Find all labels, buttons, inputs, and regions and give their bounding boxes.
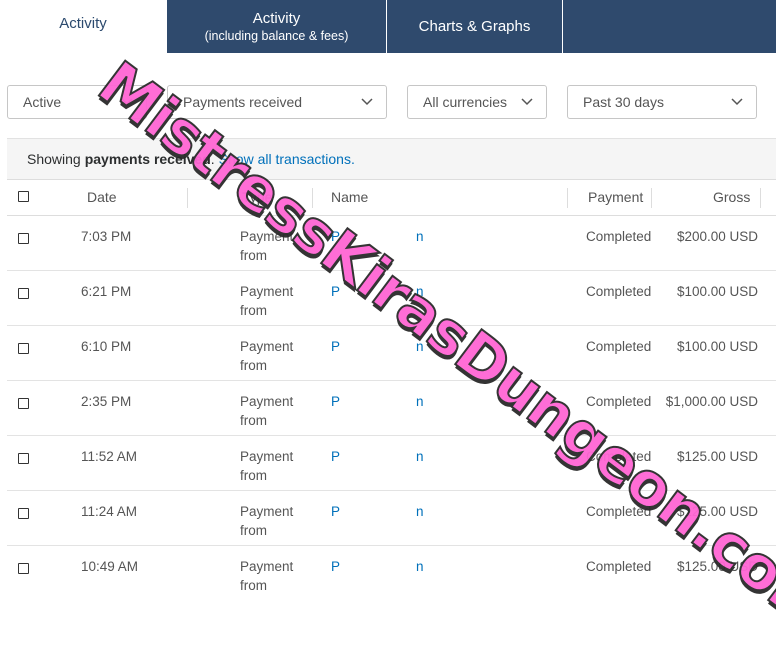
row-checkbox[interactable] — [18, 563, 29, 574]
type-filter-value: Payments received — [183, 94, 303, 110]
column-divider — [312, 188, 313, 208]
row-name-link[interactable]: P — [331, 449, 340, 464]
row-name-link[interactable]: P — [331, 394, 340, 409]
row-type: Payment from — [240, 284, 294, 318]
chevron-down-icon — [521, 98, 533, 106]
header-payment[interactable]: Payment — [588, 189, 643, 205]
header-type[interactable]: Type — [242, 189, 272, 205]
header-gross[interactable]: Gross — [713, 189, 750, 205]
row-name-link[interactable]: n — [416, 504, 424, 519]
row-checkbox[interactable] — [18, 398, 29, 409]
row-gross: $1,000.00 USD — [665, 394, 758, 409]
row-type: Payment from — [240, 394, 294, 428]
column-divider — [651, 188, 652, 208]
chevron-down-icon — [121, 98, 133, 106]
row-date: 6:21 PM — [81, 284, 132, 299]
tab-bar: Activity Activity (including balance & f… — [0, 0, 776, 53]
type-filter-dropdown[interactable]: Payments received — [167, 85, 387, 119]
column-divider — [567, 188, 568, 208]
tab-empty — [563, 0, 776, 53]
status-filter-value: Active — [23, 94, 62, 110]
row-name-link[interactable]: P — [331, 229, 340, 244]
row-checkbox[interactable] — [18, 453, 29, 464]
row-name-link[interactable]: n — [416, 339, 424, 354]
row-gross: $125.00 USD — [676, 504, 758, 519]
table-row[interactable]: 10:49 AM Payment from P n Completed $125.… — [7, 546, 776, 601]
currency-filter-dropdown[interactable]: All currencies — [407, 85, 547, 119]
row-gross: $100.00 USD — [676, 339, 758, 354]
row-type: Payment from — [240, 229, 294, 263]
row-type: Payment from — [240, 449, 294, 483]
currency-filter-value: All currencies — [423, 94, 508, 110]
row-status: Completed — [586, 339, 652, 354]
row-gross: $125.00 USD — [676, 449, 758, 464]
table-row[interactable]: 6:10 PM Payment from P n Completed $100.0… — [7, 326, 776, 381]
row-type: Payment from — [240, 559, 294, 593]
row-checkbox[interactable] — [18, 343, 29, 354]
header-date[interactable]: Date — [87, 189, 117, 205]
tab-charts-graphs[interactable]: Charts & Graphs — [387, 0, 562, 53]
row-type: Payment from — [240, 504, 294, 538]
row-date: 10:49 AM — [81, 559, 139, 574]
row-status: Completed — [586, 284, 652, 299]
row-name-link[interactable]: n — [416, 394, 424, 409]
showing-prefix: Showing — [27, 151, 81, 167]
table-row[interactable]: 7:03 PM Payment from P n Completed $200.0… — [7, 216, 776, 271]
row-status: Completed — [586, 229, 652, 244]
tab-activity-balance-label: Activity — [252, 10, 301, 27]
row-name-link[interactable]: P — [331, 339, 340, 354]
row-status: Completed — [586, 559, 652, 574]
row-date: 7:03 PM — [81, 229, 132, 244]
row-name-link[interactable]: n — [416, 229, 424, 244]
table-row[interactable]: 2:35 PM Payment from P n Completed $1,000… — [7, 381, 776, 436]
row-date: 2:35 PM — [81, 394, 132, 409]
row-name-link[interactable]: n — [416, 284, 424, 299]
show-all-transactions-link[interactable]: Show all transactions. — [219, 151, 355, 167]
row-date: 11:24 AM — [81, 504, 138, 519]
tab-activity[interactable]: Activity — [0, 0, 166, 53]
row-name-link[interactable]: P — [331, 559, 340, 574]
table-row[interactable]: 11:52 AM Payment from P n Completed $125.… — [7, 436, 776, 491]
tab-charts-label: Charts & Graphs — [418, 18, 531, 35]
showing-bar: Showing payments received. Show all tran… — [7, 138, 776, 179]
row-name-link[interactable]: n — [416, 559, 424, 574]
chevron-down-icon — [731, 98, 743, 106]
row-date: 11:52 AM — [81, 449, 138, 464]
tab-activity-balance-sublabel: (including balance & fees) — [204, 29, 349, 43]
row-gross: $125.00 USD — [676, 559, 758, 574]
row-name-link[interactable]: P — [331, 504, 340, 519]
row-status: Completed — [586, 449, 652, 464]
header-name[interactable]: Name — [331, 189, 368, 205]
column-divider — [187, 188, 188, 208]
row-name-link[interactable]: P — [331, 284, 340, 299]
table-row[interactable]: 11:24 AM Payment from P n Completed $125.… — [7, 491, 776, 546]
showing-filter-name: payments received — [84, 151, 211, 167]
table-header: Date Type Name Payment Gross — [7, 179, 776, 216]
row-gross: $200.00 USD — [676, 229, 758, 244]
select-all-checkbox[interactable] — [18, 191, 29, 202]
row-date: 6:10 PM — [81, 339, 132, 354]
status-filter-dropdown[interactable]: Active — [7, 85, 147, 119]
table-row[interactable]: 6:21 PM Payment from P n Completed $100.0… — [7, 271, 776, 326]
row-type: Payment from — [240, 339, 294, 373]
showing-dot: . — [210, 151, 215, 167]
row-checkbox[interactable] — [18, 288, 29, 299]
row-gross: $100.00 USD — [676, 284, 758, 299]
row-name-link[interactable]: n — [416, 449, 424, 464]
tab-activity-balance-fees[interactable]: Activity (including balance & fees) — [167, 0, 386, 53]
row-status: Completed — [586, 504, 652, 519]
period-filter-dropdown[interactable]: Past 30 days — [567, 85, 757, 119]
row-checkbox[interactable] — [18, 508, 29, 519]
tab-activity-label: Activity — [59, 15, 107, 32]
chevron-down-icon — [361, 98, 373, 106]
column-divider — [760, 188, 761, 208]
period-filter-value: Past 30 days — [583, 94, 664, 110]
row-status: Completed — [586, 394, 652, 409]
row-checkbox[interactable] — [18, 233, 29, 244]
